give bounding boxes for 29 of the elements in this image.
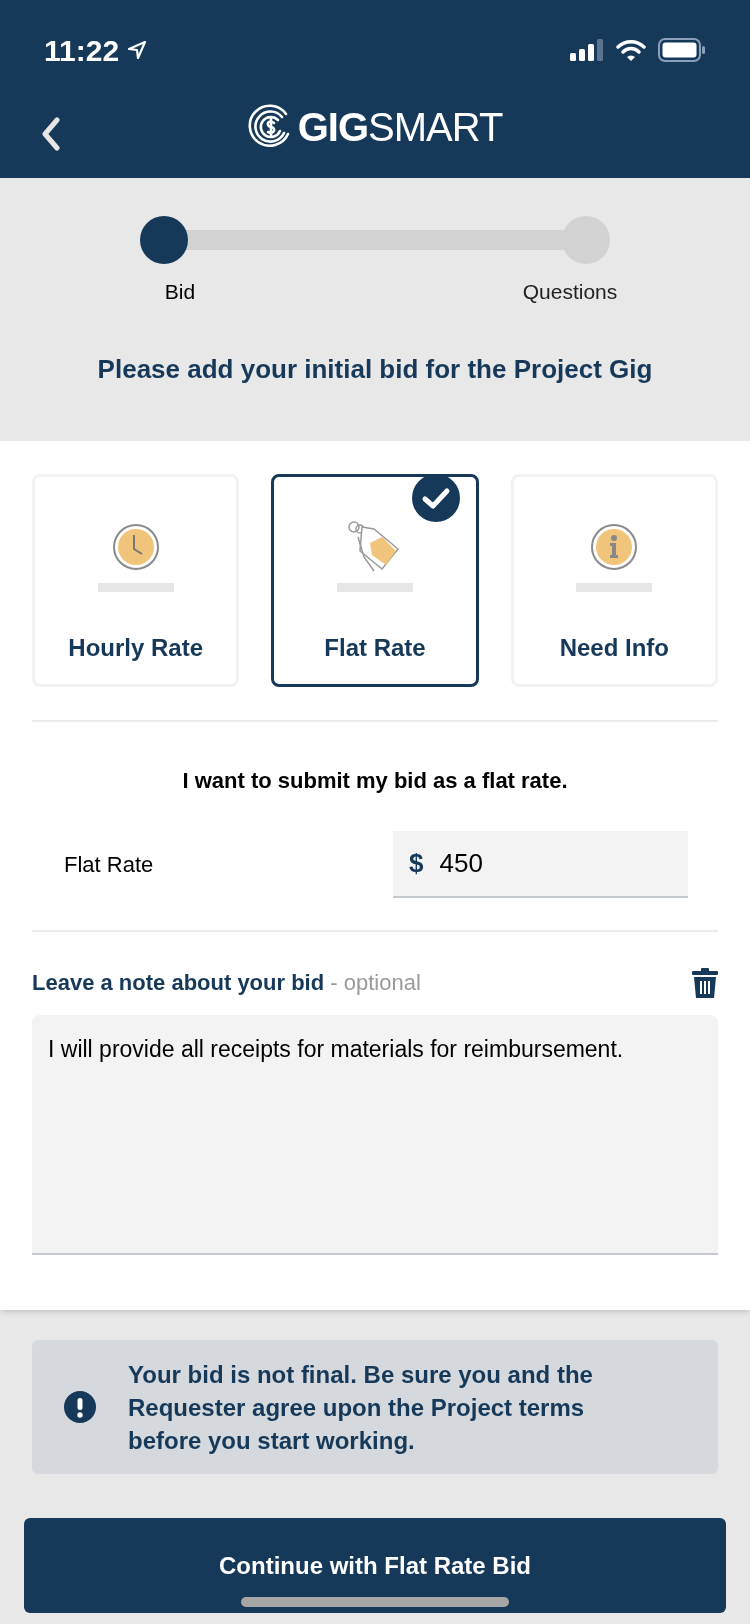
note-field[interactable]: I will provide all receipts for materials for reimbursement. — [32, 1015, 718, 1255]
location-arrow-icon — [127, 40, 148, 60]
step-label: Questions — [521, 279, 619, 305]
checkmark-icon — [411, 474, 460, 522]
flat-rate-field[interactable]: $ 450 — [393, 831, 688, 898]
exclamation-icon — [64, 1391, 96, 1423]
note-text: I will provide all receipts for materials for reimbursement. — [48, 1035, 625, 1063]
page-heading: Please add your initial bid for the Project Gig — [97, 352, 653, 386]
bid-type-card[interactable]: Hourly Rate — [32, 474, 240, 687]
battery-icon — [658, 38, 706, 62]
signal-icon — [570, 39, 604, 61]
bid-description: I want to submit my bid as a flat rate. — [181, 767, 569, 795]
clock-icon — [111, 523, 160, 571]
trash-icon[interactable] — [692, 967, 718, 998]
bid-type-card[interactable]: Need Info — [510, 474, 718, 687]
note-label: Leave a note about your bid - optional — [32, 969, 421, 997]
info-icon — [590, 523, 639, 571]
price-tag-icon — [348, 521, 402, 573]
step-label: Bid — [163, 279, 197, 305]
logo-wordmark: GIGSMART — [297, 104, 503, 151]
bid-type-card[interactable]: Flat Rate — [271, 474, 479, 687]
field-label: Flat Rate — [64, 851, 154, 879]
back-chevron-icon — [41, 117, 61, 151]
status-time: 11:22 — [44, 32, 120, 69]
flat-rate-value: 450 — [439, 847, 483, 880]
continue-button[interactable]: Continue with Flat Rate Bid — [24, 1518, 726, 1613]
alert-text: Your bid is not final. Be sure you and the Requester agree upon the Project terms before you start working. — [128, 1359, 594, 1456]
wifi-icon — [616, 39, 646, 61]
currency-symbol: $ — [409, 847, 424, 880]
